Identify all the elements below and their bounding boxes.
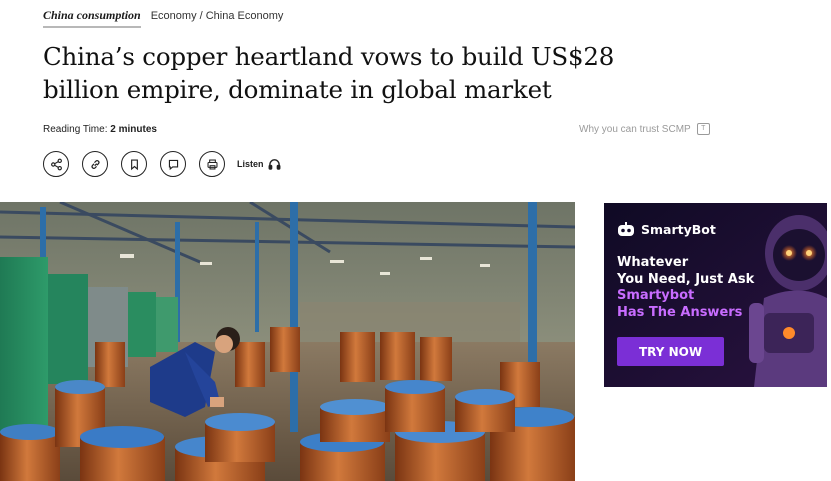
share-toolbar: Listen xyxy=(43,151,281,177)
topic-link[interactable]: China consumption xyxy=(43,8,141,28)
trust-icon: T xyxy=(696,123,710,135)
topic-bar: China consumption Economy / China Econom… xyxy=(43,8,283,28)
reading-time-value: 2 minutes xyxy=(110,124,157,135)
share-icon xyxy=(50,158,62,170)
ad-tagline: Whatever You Need, Just Ask Smartybot Ha… xyxy=(617,255,754,321)
trust-label[interactable]: Why you can trust SCMP xyxy=(579,124,691,135)
ad-line-1: Whatever xyxy=(617,255,689,270)
smartybot-ad[interactable]: SmartyBot Whatever You Need, Just Ask Sm… xyxy=(604,203,827,387)
listen-label: Listen xyxy=(237,159,264,169)
trust-link[interactable]: Why you can trust SCMP T xyxy=(579,123,710,135)
reading-time-label: Reading Time: xyxy=(43,124,108,135)
link-icon xyxy=(90,159,100,169)
article-photo xyxy=(0,202,575,481)
try-now-button[interactable]: TRY NOW xyxy=(617,337,724,366)
ad-line-4: Has The Answers xyxy=(617,304,743,320)
robot-logo-icon xyxy=(618,222,634,236)
bookmark-button[interactable] xyxy=(121,151,147,177)
ad-line-3: Smartybot xyxy=(617,288,695,303)
headphones-icon xyxy=(268,159,280,170)
comment-button[interactable] xyxy=(160,151,186,177)
ad-brand-name: SmartyBot xyxy=(641,222,716,237)
comment-icon xyxy=(168,159,178,170)
share-button[interactable] xyxy=(43,151,69,177)
article-headline: China’s copper heartland vows to build U… xyxy=(43,42,615,104)
reading-time: Reading Time: 2 minutes xyxy=(43,124,157,135)
ad-brand: SmartyBot xyxy=(617,222,716,237)
copy-link-button[interactable] xyxy=(82,151,108,177)
bookmark-icon xyxy=(130,158,138,170)
breadcrumb[interactable]: Economy / China Economy xyxy=(151,10,284,22)
print-icon xyxy=(207,159,217,169)
ad-line-2: You Need, Just Ask xyxy=(617,271,755,287)
listen-button[interactable]: Listen xyxy=(237,158,281,170)
print-button[interactable] xyxy=(199,151,225,177)
